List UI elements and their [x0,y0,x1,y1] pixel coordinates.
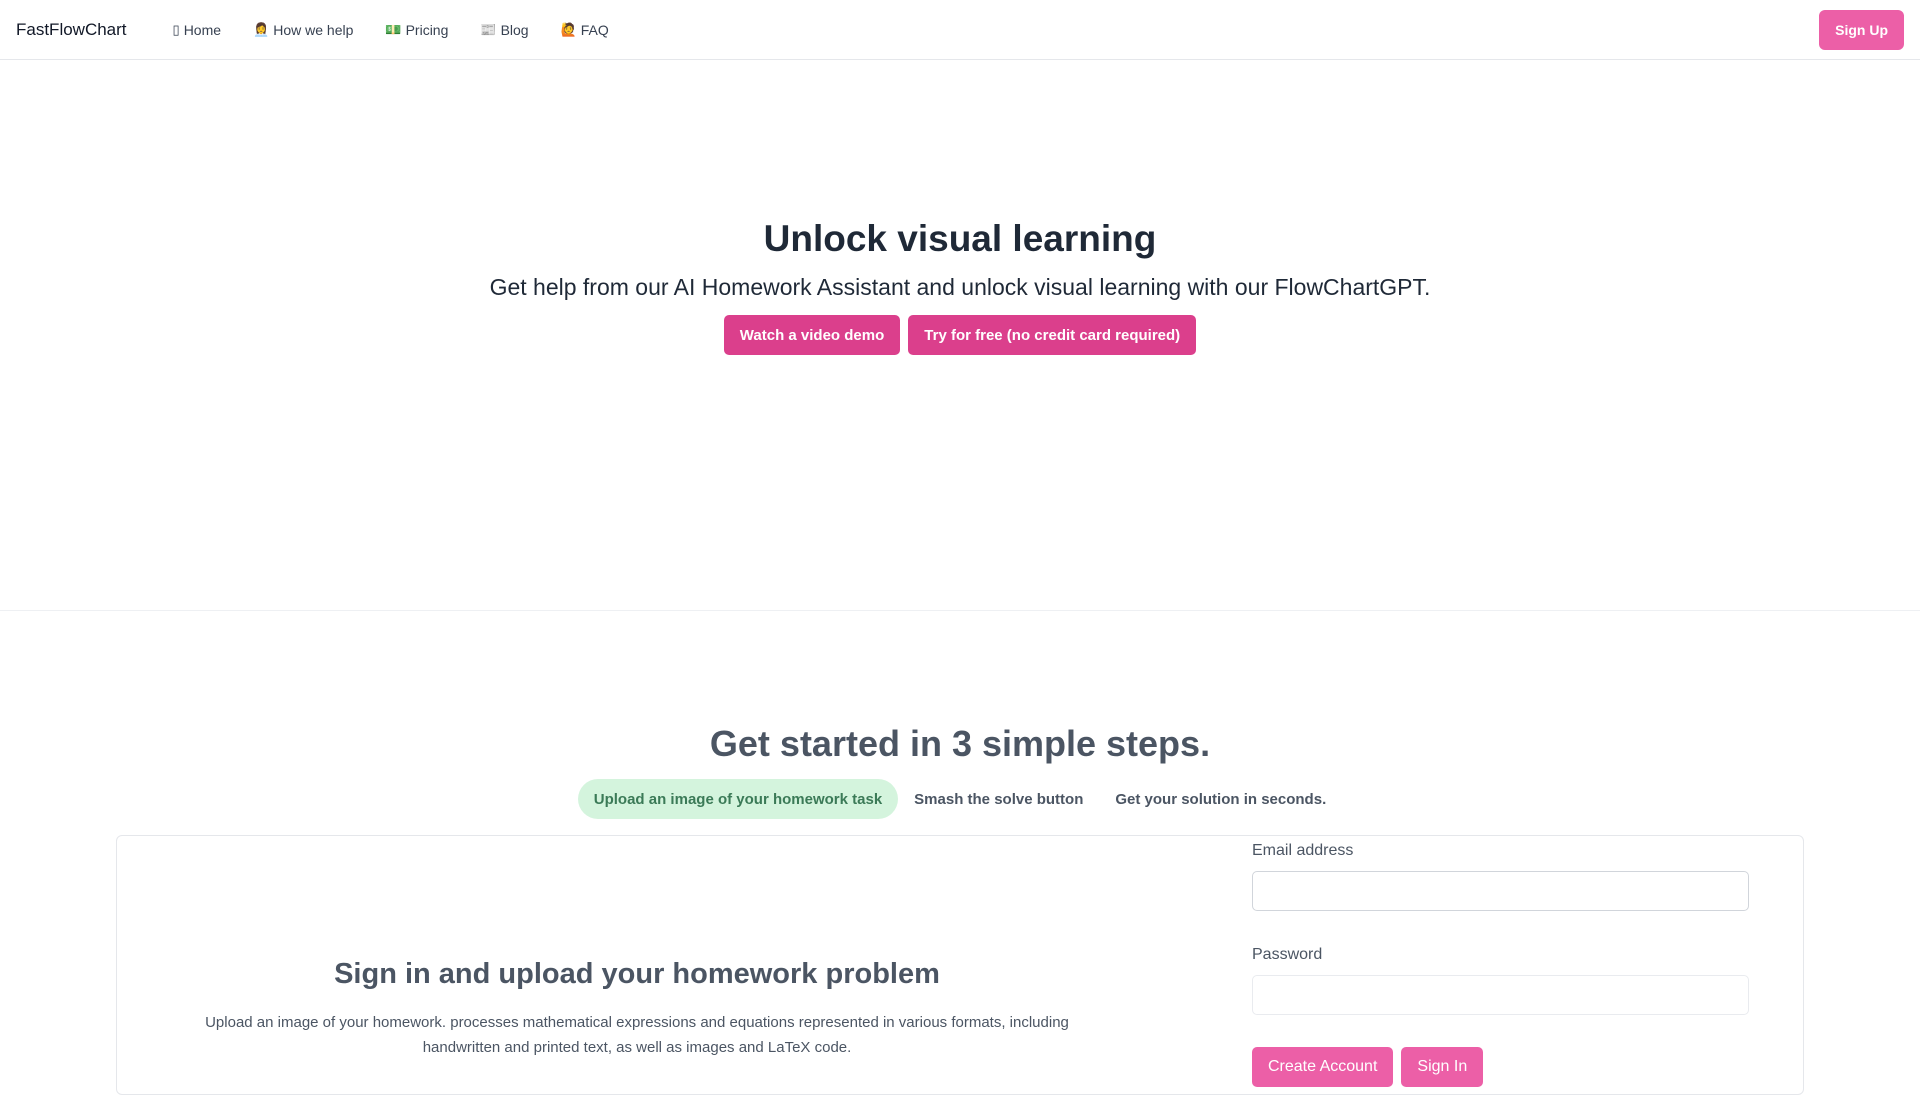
tab-upload-image[interactable]: Upload an image of your homework task [577,779,899,819]
email-field[interactable] [1252,871,1749,911]
password-field[interactable] [1252,975,1749,1015]
tab-get-solution[interactable]: Get your solution in seconds. [1099,779,1342,819]
top-navbar: FastFlowChart ▯ Home 👩‍💼 How we help 💵 P… [0,0,1920,60]
nav-item-pricing[interactable]: 💵 Pricing [369,22,464,38]
nav-item-label: FAQ [580,21,609,38]
home-icon: ▯ [172,22,180,37]
nav-item-faq[interactable]: 🙋 FAQ [545,22,625,38]
main-nav: ▯ Home 👩‍💼 How we help 💵 Pricing 📰 Blog … [157,22,625,38]
steps-title: Get started in 3 simple steps. [709,723,1211,764]
nav-item-label: How we help [273,21,354,38]
nav-item-label: Pricing [405,21,449,38]
hero-section: Unlock visual learning Get help from our… [0,60,1920,611]
email-label: Email address [1252,842,1354,859]
password-label: Password [1252,946,1323,963]
card-description: Upload an image of your homework. proces… [205,1014,1069,1056]
site-logo[interactable]: FastFlowChart [16,20,127,40]
sign-in-button[interactable]: Sign In [1401,1047,1484,1087]
create-account-button[interactable]: Create Account [1252,1047,1394,1087]
form-actions: Create Account Sign In [1252,1047,1484,1087]
watch-demo-button[interactable]: Watch a video demo [723,315,901,355]
sign-up-button[interactable]: Sign Up [1819,10,1904,50]
raising-hand-icon: 🙋 [560,22,577,37]
nav-item-label: Blog [500,21,529,38]
steps-tabs: Upload an image of your homework task Sm… [0,779,1920,819]
money-icon: 💵 [385,22,402,37]
nav-item-how-we-help[interactable]: 👩‍💼 How we help [237,22,369,38]
hero-title: Unlock visual learning [763,218,1157,259]
nav-item-home[interactable]: ▯ Home [157,22,238,38]
card-title: Sign in and upload your homework problem [334,958,940,990]
hero-subtitle: Get help from our AI Homework Assistant … [489,274,1431,300]
newspaper-icon: 📰 [480,22,497,37]
person-icon: 👩‍💼 [253,22,270,37]
try-free-button[interactable]: Try for free (no credit card required) [908,315,1197,355]
tab-solve-button[interactable]: Smash the solve button [898,779,1099,819]
sign-in-card: Sign in and upload your homework problem… [116,835,1804,1095]
hero-actions: Watch a video demo Try for free (no cred… [0,315,1920,355]
nav-item-label: Home [183,21,222,38]
nav-item-blog[interactable]: 📰 Blog [464,22,544,38]
